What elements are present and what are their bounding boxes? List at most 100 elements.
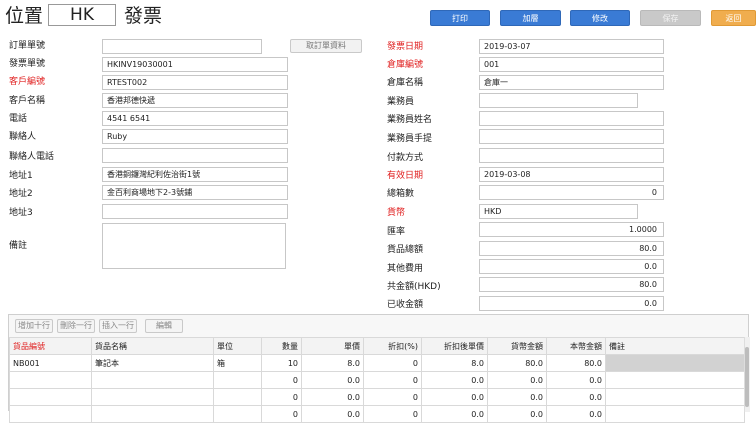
customer-code-input[interactable]: RTEST002 <box>102 75 288 90</box>
remarks-textarea[interactable] <box>102 223 286 269</box>
cell-currency-amount[interactable]: 0.0 <box>487 371 547 389</box>
cell-item-code[interactable] <box>9 405 92 423</box>
customer-name-label: 客戶名稱 <box>9 96 46 106</box>
invoice-date-input[interactable]: 2019-03-07 <box>479 39 664 54</box>
goods-total-input[interactable]: 80.0 <box>479 241 664 256</box>
cell-discount[interactable]: 0 <box>363 388 422 406</box>
address3-input[interactable] <box>102 204 288 219</box>
back-button[interactable]: 返回 <box>711 10 756 26</box>
grand-total-input[interactable]: 80.0 <box>479 277 664 292</box>
cell-local-amount[interactable]: 80.0 <box>546 354 606 372</box>
print-button[interactable]: 打印 <box>430 10 490 26</box>
add-button[interactable]: 加層 <box>500 10 561 26</box>
warehouse-code-input[interactable]: 001 <box>479 57 664 72</box>
edit-grid-button[interactable]: 編輯 <box>145 319 183 333</box>
cell-discount[interactable]: 0 <box>363 354 422 372</box>
phone-input[interactable]: 4541 6541 <box>102 111 288 126</box>
add-ten-rows-button[interactable]: 增加十行 <box>15 319 53 333</box>
total-boxes-input[interactable]: 0 <box>479 185 664 200</box>
invoice-no-input[interactable]: HKINV19030001 <box>102 57 288 72</box>
valid-date-label: 有效日期 <box>387 171 424 181</box>
cell-discounted-price[interactable]: 8.0 <box>421 354 488 372</box>
other-fees-input[interactable]: 0.0 <box>479 259 664 274</box>
cell-item-name[interactable]: 筆記本 <box>91 354 214 372</box>
warehouse-name-input[interactable]: 倉庫一 <box>479 75 664 90</box>
edit-button[interactable]: 修改 <box>570 10 630 26</box>
contact-input[interactable]: Ruby <box>102 129 288 144</box>
cell-remarks[interactable] <box>605 354 745 372</box>
delete-row-button[interactable]: 刪除一行 <box>57 319 95 333</box>
cell-unit[interactable] <box>213 405 262 423</box>
cell-unit[interactable] <box>213 371 262 389</box>
cell-local-amount[interactable]: 0.0 <box>546 371 606 389</box>
col-header-unit-price[interactable]: 單價 <box>301 337 364 355</box>
insert-row-button[interactable]: 插入一行 <box>99 319 137 333</box>
address1-label: 地址1 <box>9 171 33 181</box>
payment-method-label: 付款方式 <box>387 153 424 163</box>
received-input[interactable]: 0.0 <box>479 296 664 311</box>
cell-local-amount[interactable]: 0.0 <box>546 388 606 406</box>
col-header-item-code[interactable]: 貨品編號 <box>9 337 92 355</box>
currency-label: 貨幣 <box>387 208 406 218</box>
order-no-label: 訂單單號 <box>9 41 46 51</box>
location-field[interactable]: HK <box>48 4 116 26</box>
cell-discount[interactable]: 0 <box>363 405 422 423</box>
cell-discounted-price[interactable]: 0.0 <box>421 371 488 389</box>
cell-discount[interactable]: 0 <box>363 371 422 389</box>
fetch-order-button[interactable]: 取訂單資料 <box>290 39 362 53</box>
col-header-local-amount[interactable]: 本幣金額 <box>546 337 606 355</box>
valid-date-input[interactable]: 2019-03-08 <box>479 167 664 182</box>
cell-currency-amount[interactable]: 0.0 <box>487 405 547 423</box>
cell-discounted-price[interactable]: 0.0 <box>421 405 488 423</box>
cell-unit-price[interactable]: 8.0 <box>301 354 364 372</box>
cell-item-code[interactable] <box>9 371 92 389</box>
address2-input[interactable]: 金百利商場地下2-3號鋪 <box>102 185 288 200</box>
cell-item-name[interactable] <box>91 405 214 423</box>
grid-scrollbar-thumb[interactable] <box>745 347 749 407</box>
save-button[interactable]: 保存 <box>640 10 701 26</box>
cell-item-code[interactable] <box>9 388 92 406</box>
table-row[interactable]: 0 0.0 0 0.0 0.0 0.0 <box>9 388 745 406</box>
table-row[interactable]: 0 0.0 0 0.0 0.0 0.0 <box>9 371 745 389</box>
col-header-item-name[interactable]: 貨品名稱 <box>91 337 214 355</box>
cell-remarks[interactable] <box>605 388 745 406</box>
cell-quantity[interactable]: 0 <box>261 371 302 389</box>
exchange-rate-input[interactable]: 1.0000 <box>479 222 664 237</box>
cell-unit-price[interactable]: 0.0 <box>301 405 364 423</box>
payment-method-input[interactable] <box>479 148 664 163</box>
cell-unit[interactable]: 箱 <box>213 354 262 372</box>
cell-currency-amount[interactable]: 0.0 <box>487 388 547 406</box>
cell-remarks[interactable] <box>605 371 745 389</box>
address1-input[interactable]: 香港銅鑼灣紀利佐治街1號 <box>102 167 288 182</box>
col-header-discounted-price[interactable]: 折扣後單價 <box>421 337 488 355</box>
col-header-discount[interactable]: 折扣(%) <box>363 337 422 355</box>
order-no-input[interactable] <box>102 39 262 54</box>
col-header-remarks[interactable]: 備註 <box>605 337 745 355</box>
cell-unit-price[interactable]: 0.0 <box>301 371 364 389</box>
cell-item-code[interactable]: NB001 <box>9 354 92 372</box>
cell-unit[interactable] <box>213 388 262 406</box>
table-row[interactable]: 0 0.0 0 0.0 0.0 0.0 <box>9 405 745 423</box>
cell-item-name[interactable] <box>91 371 214 389</box>
col-header-quantity[interactable]: 數量 <box>261 337 302 355</box>
col-header-unit[interactable]: 單位 <box>213 337 262 355</box>
cell-local-amount[interactable]: 0.0 <box>546 405 606 423</box>
cell-quantity[interactable]: 0 <box>261 405 302 423</box>
grand-total-label: 共金額(HKD) <box>387 282 441 292</box>
salesperson-input[interactable] <box>479 93 638 108</box>
cell-remarks[interactable] <box>605 405 745 423</box>
contact-phone-input[interactable] <box>102 148 288 163</box>
table-row[interactable]: NB001 筆記本 箱 10 8.0 0 8.0 80.0 80.0 <box>9 354 745 372</box>
cell-quantity[interactable]: 10 <box>261 354 302 372</box>
cell-quantity[interactable]: 0 <box>261 388 302 406</box>
customer-name-input[interactable]: 香港邦德快遞 <box>102 93 288 108</box>
col-header-currency-amount[interactable]: 貨幣金額 <box>487 337 547 355</box>
salesperson-name-input[interactable] <box>479 111 664 126</box>
cell-unit-price[interactable]: 0.0 <box>301 388 364 406</box>
warehouse-code-label: 倉庫編號 <box>387 60 424 70</box>
cell-currency-amount[interactable]: 80.0 <box>487 354 547 372</box>
currency-input[interactable]: HKD <box>479 204 638 219</box>
cell-item-name[interactable] <box>91 388 214 406</box>
salesperson-mobile-input[interactable] <box>479 129 664 144</box>
cell-discounted-price[interactable]: 0.0 <box>421 388 488 406</box>
